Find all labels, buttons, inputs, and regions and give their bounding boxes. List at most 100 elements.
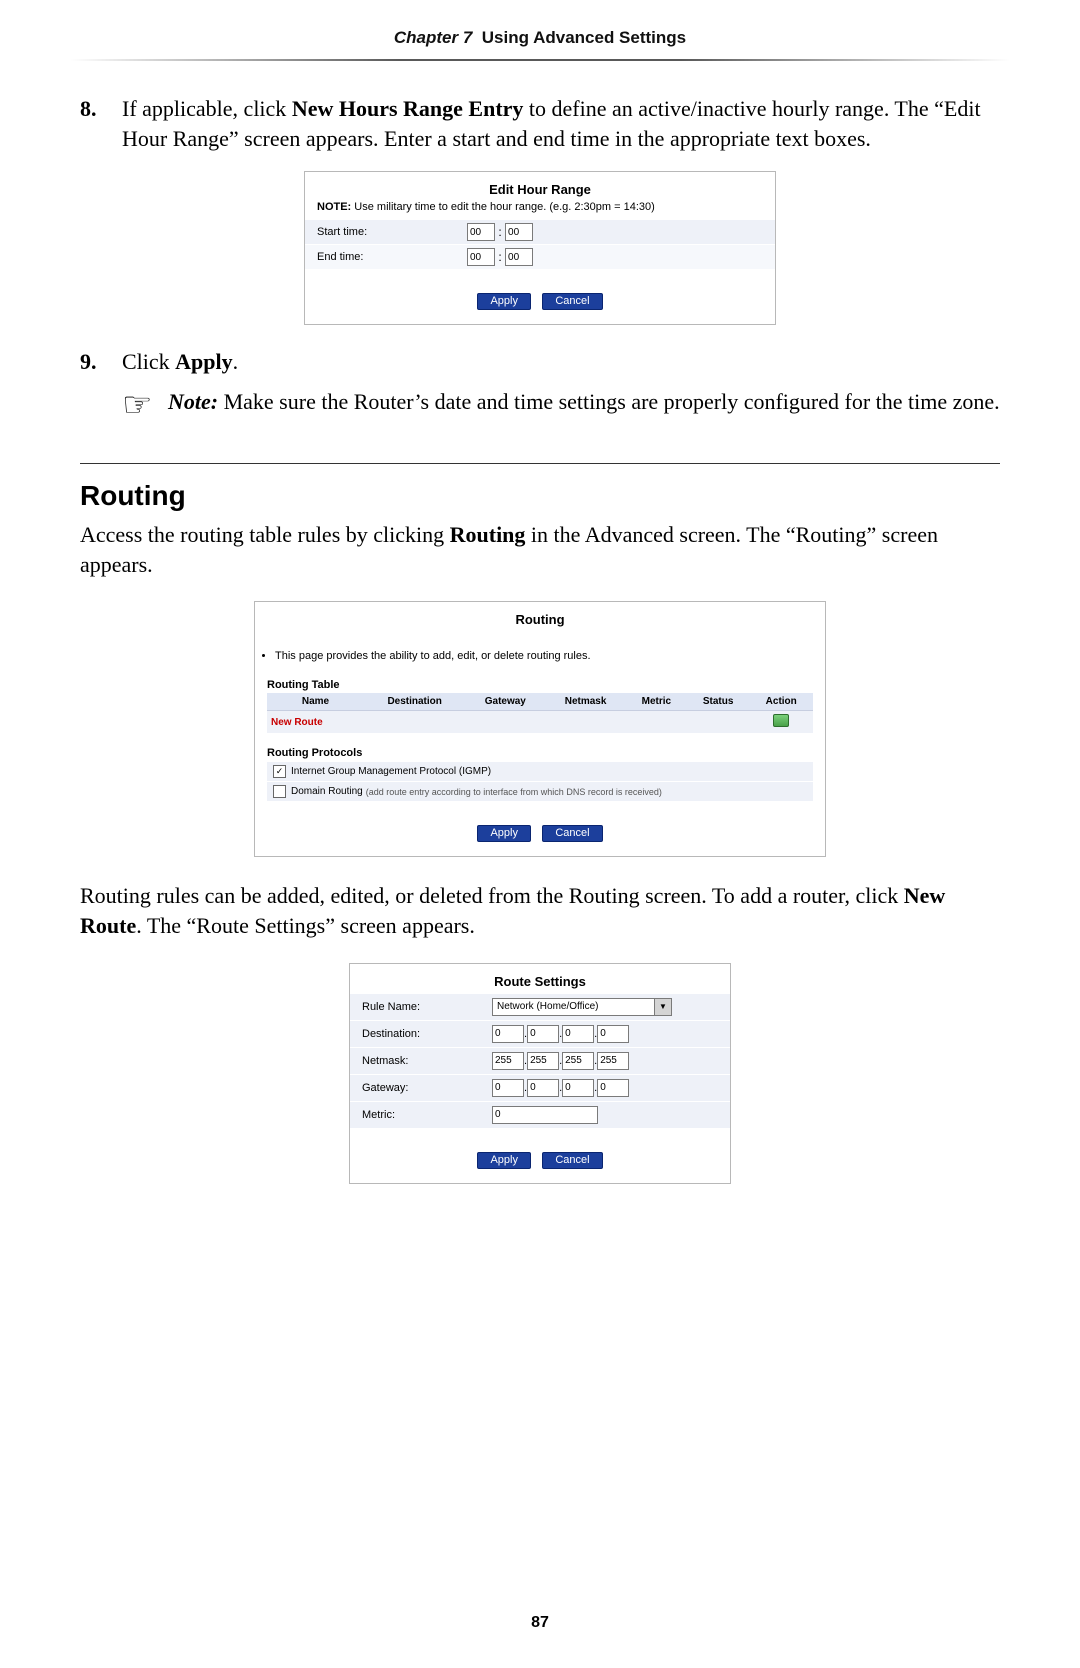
colon-sep: :: [495, 225, 505, 239]
rs-buttons: Apply Cancel: [350, 1128, 730, 1183]
rs-rule-name-row: Rule Name: Network (Home/Office) ▼: [350, 993, 730, 1020]
col-action: Action: [749, 693, 813, 711]
routing-para2-pre: Routing rules can be added, edited, or d…: [80, 883, 904, 908]
routing-dialog: Routing This page provides the ability t…: [254, 601, 826, 857]
step-9-post: .: [233, 349, 239, 374]
ehr-note: NOTE: Use military time to edit the hour…: [305, 201, 775, 219]
col-metric: Metric: [626, 693, 687, 711]
col-status: Status: [687, 693, 750, 711]
route-settings-dialog: Route Settings Rule Name: Network (Home/…: [349, 963, 731, 1184]
rs-mask-oct2[interactable]: [527, 1052, 559, 1070]
routing-table-heading: Routing Table: [255, 675, 825, 693]
routing-para2-post: . The “Route Settings” screen appears.: [136, 913, 475, 938]
ehr-start-label: Start time:: [317, 226, 467, 238]
routing-intro-pre: Access the routing table rules by clicki…: [80, 522, 450, 547]
rs-gateway-label: Gateway:: [362, 1082, 492, 1094]
domain-routing-checkbox[interactable]: [273, 785, 286, 798]
rs-cancel-button[interactable]: Cancel: [542, 1152, 602, 1169]
rs-netmask-label: Netmask:: [362, 1055, 492, 1067]
routing-intro: Access the routing table rules by clicki…: [80, 520, 1000, 579]
rs-metric-row: Metric:: [350, 1101, 730, 1128]
section-divider: [80, 463, 1000, 464]
rs-gw-oct1[interactable]: [492, 1079, 524, 1097]
domain-routing-row: Domain Routing (add route entry accordin…: [267, 781, 813, 801]
rs-title: Route Settings: [350, 964, 730, 993]
rs-metric-label: Metric:: [362, 1109, 492, 1121]
domain-routing-label: Domain Routing: [291, 786, 363, 797]
rs-gw-oct4[interactable]: [597, 1079, 629, 1097]
note-body: Note: Make sure the Router’s date and ti…: [168, 387, 1000, 423]
routing-title: Routing: [255, 602, 825, 631]
igmp-label: Internet Group Management Protocol (IGMP…: [291, 766, 491, 777]
chapter-header: Chapter 7 Using Advanced Settings: [80, 0, 1000, 56]
pointing-hand-icon: ☞: [122, 387, 168, 423]
page-number: 87: [0, 1614, 1080, 1632]
ehr-apply-button[interactable]: Apply: [477, 293, 531, 310]
note-label: Note:: [168, 389, 218, 414]
step-8-pre: If applicable, click: [122, 96, 292, 121]
ehr-end-label: End time:: [317, 251, 467, 263]
edit-hour-range-dialog: Edit Hour Range NOTE: Use military time …: [304, 171, 776, 325]
step-8: 8. If applicable, click New Hours Range …: [80, 94, 1000, 153]
rs-rule-name-value: Network (Home/Office): [497, 1001, 599, 1012]
add-route-action-icon[interactable]: [773, 714, 789, 727]
rs-rule-name-select[interactable]: Network (Home/Office) ▼: [492, 998, 672, 1016]
note-row: ☞ Note: Make sure the Router’s date and …: [122, 387, 1000, 423]
ehr-title: Edit Hour Range: [305, 172, 775, 201]
rs-dest-oct2[interactable]: [527, 1025, 559, 1043]
routing-heading: Routing: [80, 480, 1000, 512]
rs-mask-oct3[interactable]: [562, 1052, 594, 1070]
igmp-row: Internet Group Management Protocol (IGMP…: [267, 761, 813, 781]
rs-dest-oct1[interactable]: [492, 1025, 524, 1043]
routing-table: Name Destination Gateway Netmask Metric …: [267, 693, 813, 733]
header-rule: [70, 56, 1010, 64]
rs-netmask-row: Netmask: . . .: [350, 1047, 730, 1074]
routing-protocols-heading: Routing Protocols: [255, 743, 825, 761]
step-9-pre: Click: [122, 349, 175, 374]
routing-desc: This page provides the ability to add, e…: [255, 642, 825, 664]
ehr-end-hh-input[interactable]: [467, 248, 495, 266]
ehr-end-row: End time: :: [305, 244, 775, 269]
routing-table-row-newroute: New Route: [267, 711, 813, 734]
domain-routing-fine: (add route entry according to interface …: [366, 787, 662, 797]
step-8-number: 8.: [80, 94, 122, 153]
step-8-bold: New Hours Range Entry: [292, 96, 524, 121]
rs-metric-input[interactable]: [492, 1106, 598, 1124]
colon-sep: :: [495, 250, 505, 264]
rs-gw-oct2[interactable]: [527, 1079, 559, 1097]
col-destination: Destination: [364, 693, 465, 711]
ehr-start-mm-input[interactable]: [505, 223, 533, 241]
chapter-label: Chapter 7: [394, 28, 472, 47]
rs-mask-oct4[interactable]: [597, 1052, 629, 1070]
step-9: 9. Click Apply.: [80, 347, 1000, 377]
rs-dest-oct4[interactable]: [597, 1025, 629, 1043]
new-route-link[interactable]: New Route: [271, 717, 323, 728]
ehr-start-row: Start time: :: [305, 219, 775, 244]
ehr-cancel-button[interactable]: Cancel: [542, 293, 602, 310]
routing-cancel-button[interactable]: Cancel: [542, 825, 602, 842]
rs-destination-label: Destination:: [362, 1028, 492, 1040]
rs-gw-oct3[interactable]: [562, 1079, 594, 1097]
igmp-checkbox[interactable]: [273, 765, 286, 778]
routing-table-header: Name Destination Gateway Netmask Metric …: [267, 693, 813, 711]
ehr-buttons: Apply Cancel: [305, 269, 775, 324]
note-text: Make sure the Router’s date and time set…: [218, 389, 1000, 414]
rs-gateway-row: Gateway: . . .: [350, 1074, 730, 1101]
rs-apply-button[interactable]: Apply: [477, 1152, 531, 1169]
ehr-end-mm-input[interactable]: [505, 248, 533, 266]
step-9-number: 9.: [80, 347, 122, 377]
rs-rule-name-label: Rule Name:: [362, 1001, 492, 1013]
ehr-note-text: Use military time to edit the hour range…: [351, 201, 655, 213]
routing-buttons: Apply Cancel: [255, 801, 825, 856]
col-name: Name: [267, 693, 364, 711]
ehr-start-hh-input[interactable]: [467, 223, 495, 241]
chevron-down-icon: ▼: [654, 999, 671, 1015]
rs-dest-oct3[interactable]: [562, 1025, 594, 1043]
rs-mask-oct1[interactable]: [492, 1052, 524, 1070]
step-8-text: If applicable, click New Hours Range Ent…: [122, 94, 1000, 153]
ehr-note-label: NOTE:: [317, 201, 351, 213]
step-9-bold: Apply: [175, 349, 232, 374]
routing-apply-button[interactable]: Apply: [477, 825, 531, 842]
col-gateway: Gateway: [465, 693, 545, 711]
routing-intro-bold: Routing: [450, 522, 526, 547]
